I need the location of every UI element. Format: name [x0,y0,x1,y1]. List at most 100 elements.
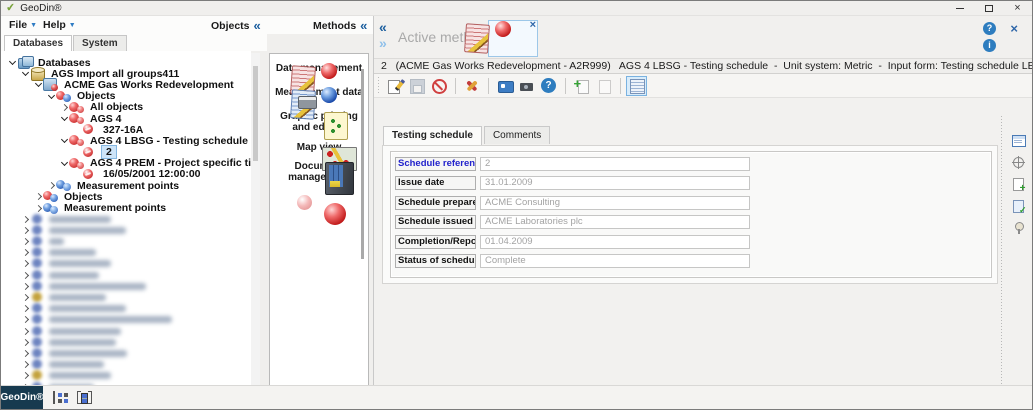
expander-closed-icon[interactable] [20,340,30,345]
expander-closed-icon[interactable] [33,206,43,211]
tree-scrollbar-thumb[interactable] [253,66,258,161]
tab-comments[interactable]: Comments [483,126,551,144]
expander-closed-icon[interactable] [20,306,30,311]
expander-closed-icon[interactable] [20,362,30,367]
expander-open-icon[interactable] [33,83,43,86]
field-help-button[interactable]: ? [538,76,559,96]
tree-row[interactable]: Measurement points [1,180,251,192]
tab-testing-schedule[interactable]: Testing schedule [383,126,482,145]
expander-closed-icon[interactable] [20,295,30,300]
toolbar-separator [620,77,621,94]
field-value[interactable]: 01.04.2009 [480,234,750,249]
toolbar-separator [565,77,566,94]
close-button[interactable]: × [1003,1,1032,15]
expander-closed-icon[interactable] [20,329,30,334]
navigate-button[interactable] [1009,153,1026,170]
close-panel-icon[interactable]: × [1010,21,1018,36]
field-tools-button[interactable] [461,76,482,96]
add-record-button[interactable] [571,76,592,96]
form-view-button[interactable] [626,75,647,96]
geodin-menu-button[interactable]: GeoDin® [1,385,43,409]
cancel-button[interactable] [428,76,449,96]
tree-row[interactable]: 2 [1,145,251,160]
tree-row[interactable]: AGS 4 LBSG - Testing schedule [1,135,251,147]
tree-scrollbar[interactable] [251,53,260,387]
close-method-icon[interactable]: × [530,19,536,31]
expander-closed-icon[interactable] [20,239,30,244]
expander-open-icon[interactable] [59,117,69,120]
tree-row[interactable]: AGS 4 PREM - Project specific time relat… [1,157,251,169]
tree-row[interactable]: Objects [1,90,251,102]
expander-closed-icon[interactable] [20,273,30,278]
expander-open-icon[interactable] [20,72,30,75]
toolbar-grip[interactable] [377,76,381,95]
expander-open-icon[interactable] [59,139,69,142]
method-item[interactable]: Map view [270,142,368,153]
expander-closed-icon[interactable] [46,183,56,188]
method-item[interactable]: Data management [270,63,368,74]
methods-panel-toggle[interactable]: Methods « [313,18,367,33]
field-label-button[interactable]: Completion/Report dat [395,234,476,249]
expander-open-icon[interactable] [7,61,17,64]
field-label-button[interactable]: Schedule prepared by [395,195,476,210]
methods-scrollbar[interactable] [361,69,364,259]
field-label-button[interactable]: Issue date [395,176,476,191]
expander-closed-icon[interactable] [20,217,30,222]
form-toolbar: ? [374,74,1032,98]
layout-grid-icon[interactable] [53,391,68,404]
method-item[interactable]: Document management [270,161,368,183]
expander-closed-icon[interactable] [20,284,30,289]
field-label-button[interactable]: Schedule reference [395,157,476,171]
record-side-toolbar [1009,131,1027,236]
active-method-thumbnail[interactable]: × [488,19,538,57]
minimize-button[interactable] [945,1,974,15]
tree-row[interactable]: AGS 4 [1,113,251,125]
field-value[interactable]: ACME Consulting [480,195,750,210]
tree-row[interactable]: AGS Import all groups411 [1,67,251,82]
expander-closed-icon[interactable] [33,194,43,199]
field-value[interactable]: ACME Laboratories plc [480,215,750,230]
side-splitter[interactable] [999,116,1004,406]
add-document-button[interactable] [1009,175,1026,194]
help-button[interactable]: ? [983,22,996,35]
objects-panel-toggle[interactable]: Objects « [211,18,261,33]
expander-closed-icon[interactable] [59,105,69,110]
record-list-button[interactable] [1009,131,1026,148]
field-value[interactable]: 31.01.2009 [480,176,750,191]
multimedia-button[interactable] [516,76,537,96]
expander-closed-icon[interactable] [20,317,30,322]
tab-system[interactable]: System [73,35,127,51]
field-label-button[interactable]: Schedule issued to [395,215,476,230]
expander-closed-icon[interactable] [20,261,30,266]
expander-closed-icon[interactable] [20,351,30,356]
expander-closed-icon[interactable] [20,250,30,255]
expander-open-icon[interactable] [46,95,56,98]
tree-row[interactable]: Objects [1,191,251,203]
data-link-icon[interactable] [77,391,92,404]
expander-open-icon[interactable] [59,162,69,165]
tab-databases[interactable]: Databases [4,35,73,51]
maximize-button[interactable] [974,1,1003,15]
insert-image-button[interactable] [494,76,515,96]
expand-right-icon[interactable]: » [379,35,387,51]
info-button[interactable]: i [983,39,996,52]
approve-document-button[interactable] [1009,197,1027,216]
method-item[interactable]: Measurement data [270,87,368,98]
field-value[interactable]: 2 [480,157,750,171]
tree-row[interactable]: 327-16A [1,124,251,136]
tree-row[interactable]: All objects [1,101,251,113]
method-item[interactable]: Graphic printing and editing [270,111,368,133]
collapse-left-icon[interactable]: « [379,19,387,35]
new-record-button[interactable] [593,76,614,96]
expander-closed-icon[interactable] [20,373,30,378]
location-button[interactable] [1009,219,1026,236]
expander-closed-icon[interactable] [20,228,30,233]
save-button[interactable] [406,76,427,96]
menu-help[interactable]: Help ▼ [43,19,76,31]
field-label-button[interactable]: Status of schedule [395,253,476,268]
new-entry-button[interactable] [384,76,405,96]
tree-row[interactable]: 16/05/2001 12:00:00 [1,168,251,180]
tree-row[interactable]: ACME Gas Works Redevelopment [1,78,251,92]
menu-file[interactable]: File ▼ [9,19,37,31]
field-value[interactable]: Complete [480,253,750,268]
